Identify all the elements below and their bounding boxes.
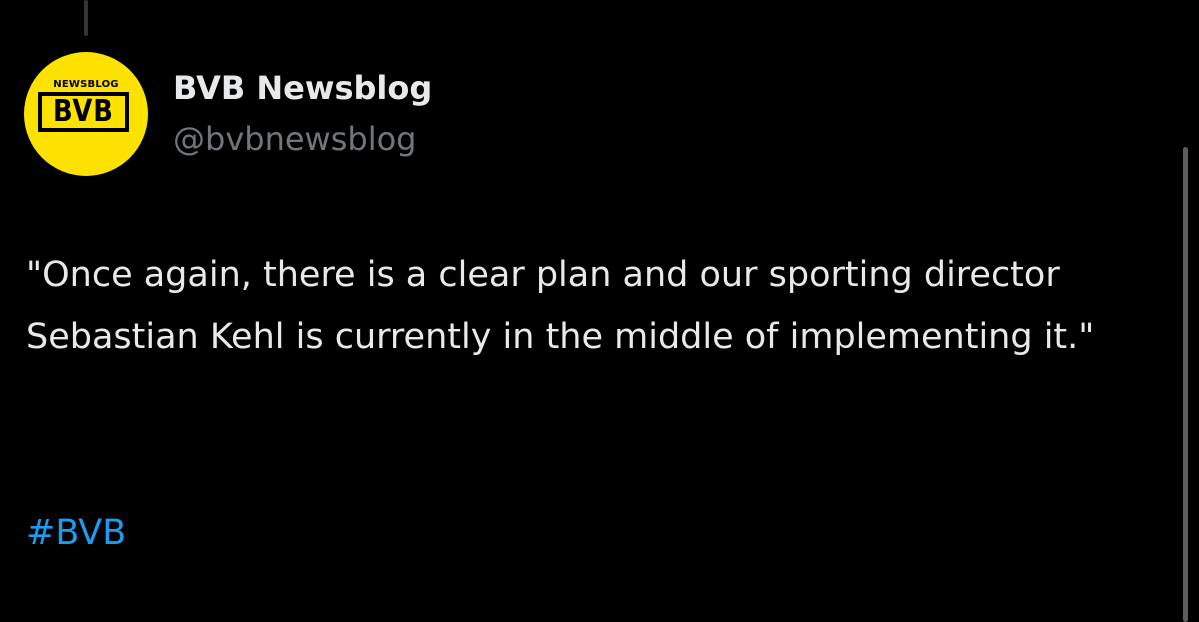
hashtag-link[interactable]: #BVB: [26, 502, 126, 564]
avatar-bvb-logo: BVB: [38, 92, 129, 132]
scrollbar[interactable]: [1183, 147, 1188, 622]
avatar-bvb-text: BVB: [53, 94, 114, 129]
avatar[interactable]: NEWSBLOG BVB: [24, 52, 148, 176]
author-handle[interactable]: @bvbnewsblog: [173, 117, 416, 161]
tweet-text: "Once again, there is a clear plan and o…: [26, 255, 1095, 357]
author-display-name[interactable]: BVB Newsblog: [173, 66, 432, 110]
thread-connector-line: [84, 0, 88, 36]
avatar-newsblog-text: NEWSBLOG: [53, 79, 119, 90]
